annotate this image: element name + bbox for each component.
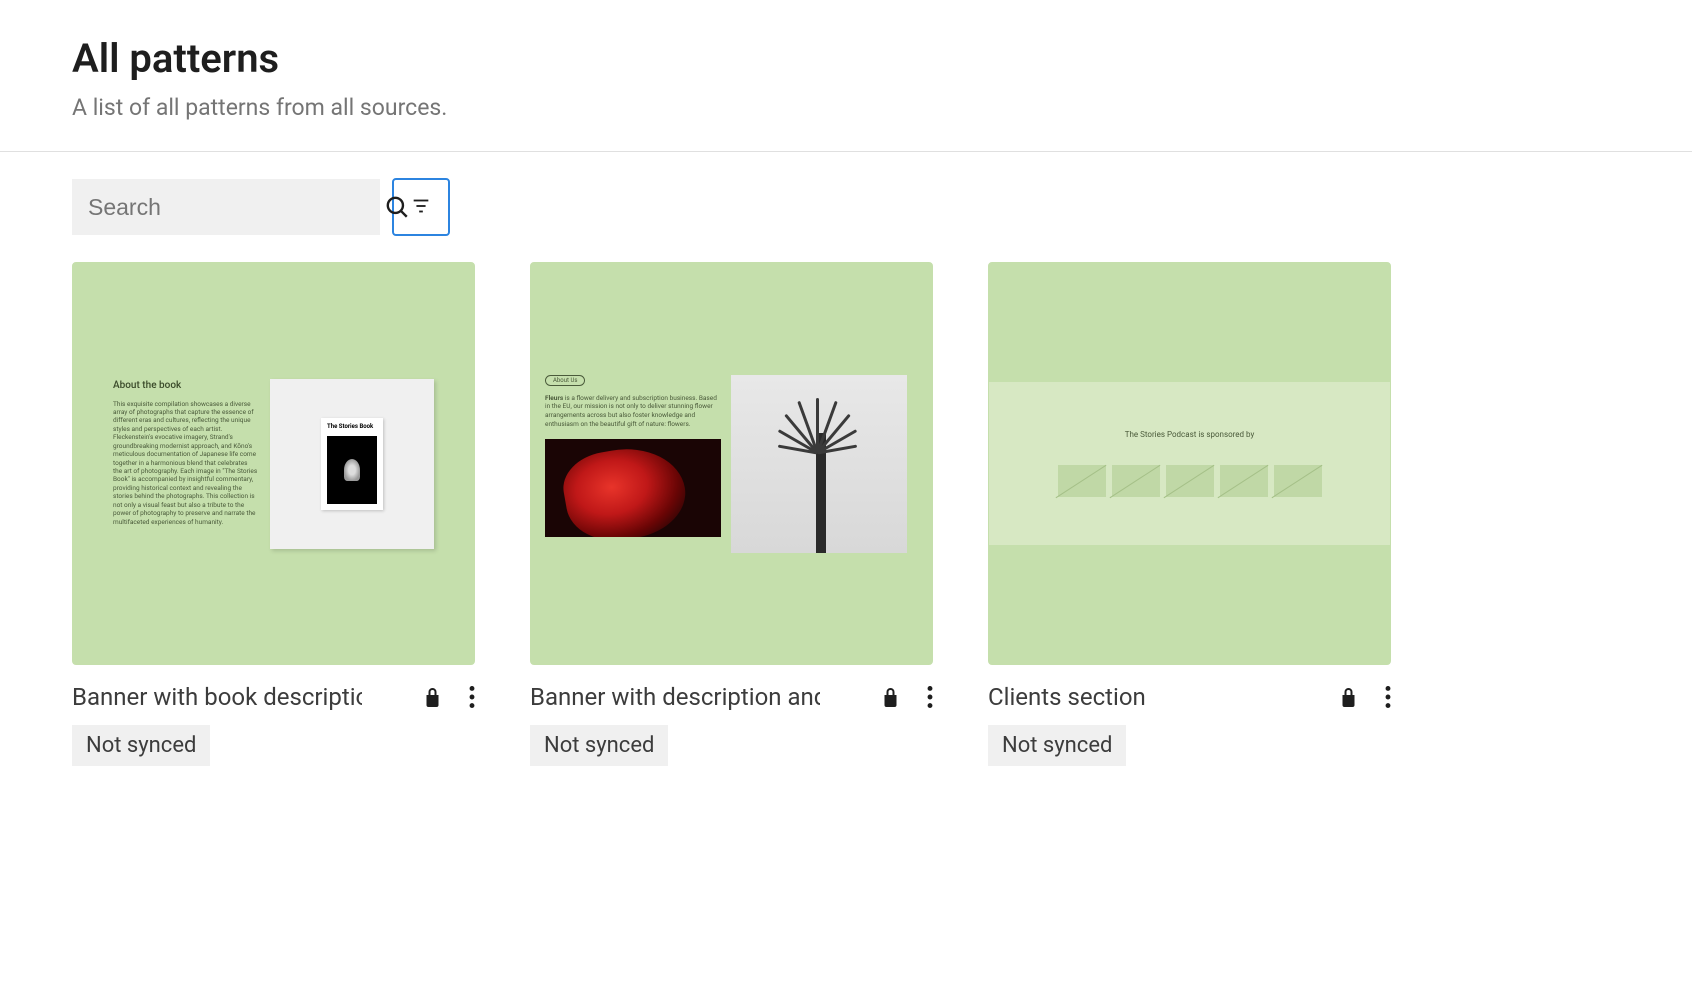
preview-body: This exquisite compilation showcases a d… — [113, 400, 258, 527]
preview-logo-placeholder — [1274, 465, 1322, 497]
toolbar — [0, 152, 1692, 236]
pattern-meta: Banner with book descriptio — [72, 665, 475, 725]
preview-bw-flower-image — [731, 375, 907, 553]
pattern-title[interactable]: Clients section — [988, 683, 1146, 711]
pattern-card: The Stories Podcast is sponsored by Clie… — [988, 262, 1391, 766]
preview-logos — [1058, 465, 1322, 497]
pattern-card: About the book This exquisite compilatio… — [72, 262, 475, 766]
sync-badge: Not synced — [530, 725, 668, 766]
pattern-preview[interactable]: The Stories Podcast is sponsored by — [988, 262, 1391, 665]
pattern-meta: Banner with description and — [530, 665, 933, 725]
preview-logo-placeholder — [1112, 465, 1160, 497]
sync-badge: Not synced — [72, 725, 210, 766]
more-icon[interactable] — [1385, 686, 1391, 708]
pattern-title[interactable]: Banner with book descriptio — [72, 683, 362, 711]
pattern-preview[interactable]: About the book This exquisite compilatio… — [72, 262, 475, 665]
lock-icon — [1340, 687, 1357, 707]
page-header: All patterns A list of all patterns from… — [0, 0, 1692, 152]
sync-badge: Not synced — [988, 725, 1126, 766]
pattern-title[interactable]: Banner with description and — [530, 683, 820, 711]
search-wrapper — [72, 179, 380, 235]
preview-logo-placeholder — [1166, 465, 1214, 497]
preview-book-image: The Stories Book — [270, 379, 434, 549]
search-input[interactable] — [88, 194, 384, 221]
lock-icon — [882, 687, 899, 707]
pattern-preview[interactable]: About Us Fleurs is a flower delivery and… — [530, 262, 933, 665]
pattern-meta: Clients section — [988, 665, 1391, 725]
pattern-card: About Us Fleurs is a flower delivery and… — [530, 262, 933, 766]
preview-heading: The Stories Podcast is sponsored by — [1125, 430, 1255, 439]
page-title: All patterns — [72, 35, 1620, 82]
preview-logo-placeholder — [1058, 465, 1106, 497]
preview-description: Fleurs is a flower delivery and subscrip… — [545, 394, 721, 429]
preview-book-label: The Stories Book — [321, 418, 383, 437]
lock-icon — [424, 687, 441, 707]
preview-heading: About the book — [113, 379, 258, 392]
search-icon[interactable] — [384, 194, 410, 220]
preview-badge: About Us — [545, 375, 585, 386]
more-icon[interactable] — [469, 686, 475, 708]
patterns-grid: About the book This exquisite compilatio… — [0, 236, 1692, 806]
preview-red-flower-image — [545, 439, 721, 537]
filter-icon — [410, 195, 432, 220]
more-icon[interactable] — [927, 686, 933, 708]
preview-logo-placeholder — [1220, 465, 1268, 497]
page-subtitle: A list of all patterns from all sources. — [72, 94, 1620, 121]
